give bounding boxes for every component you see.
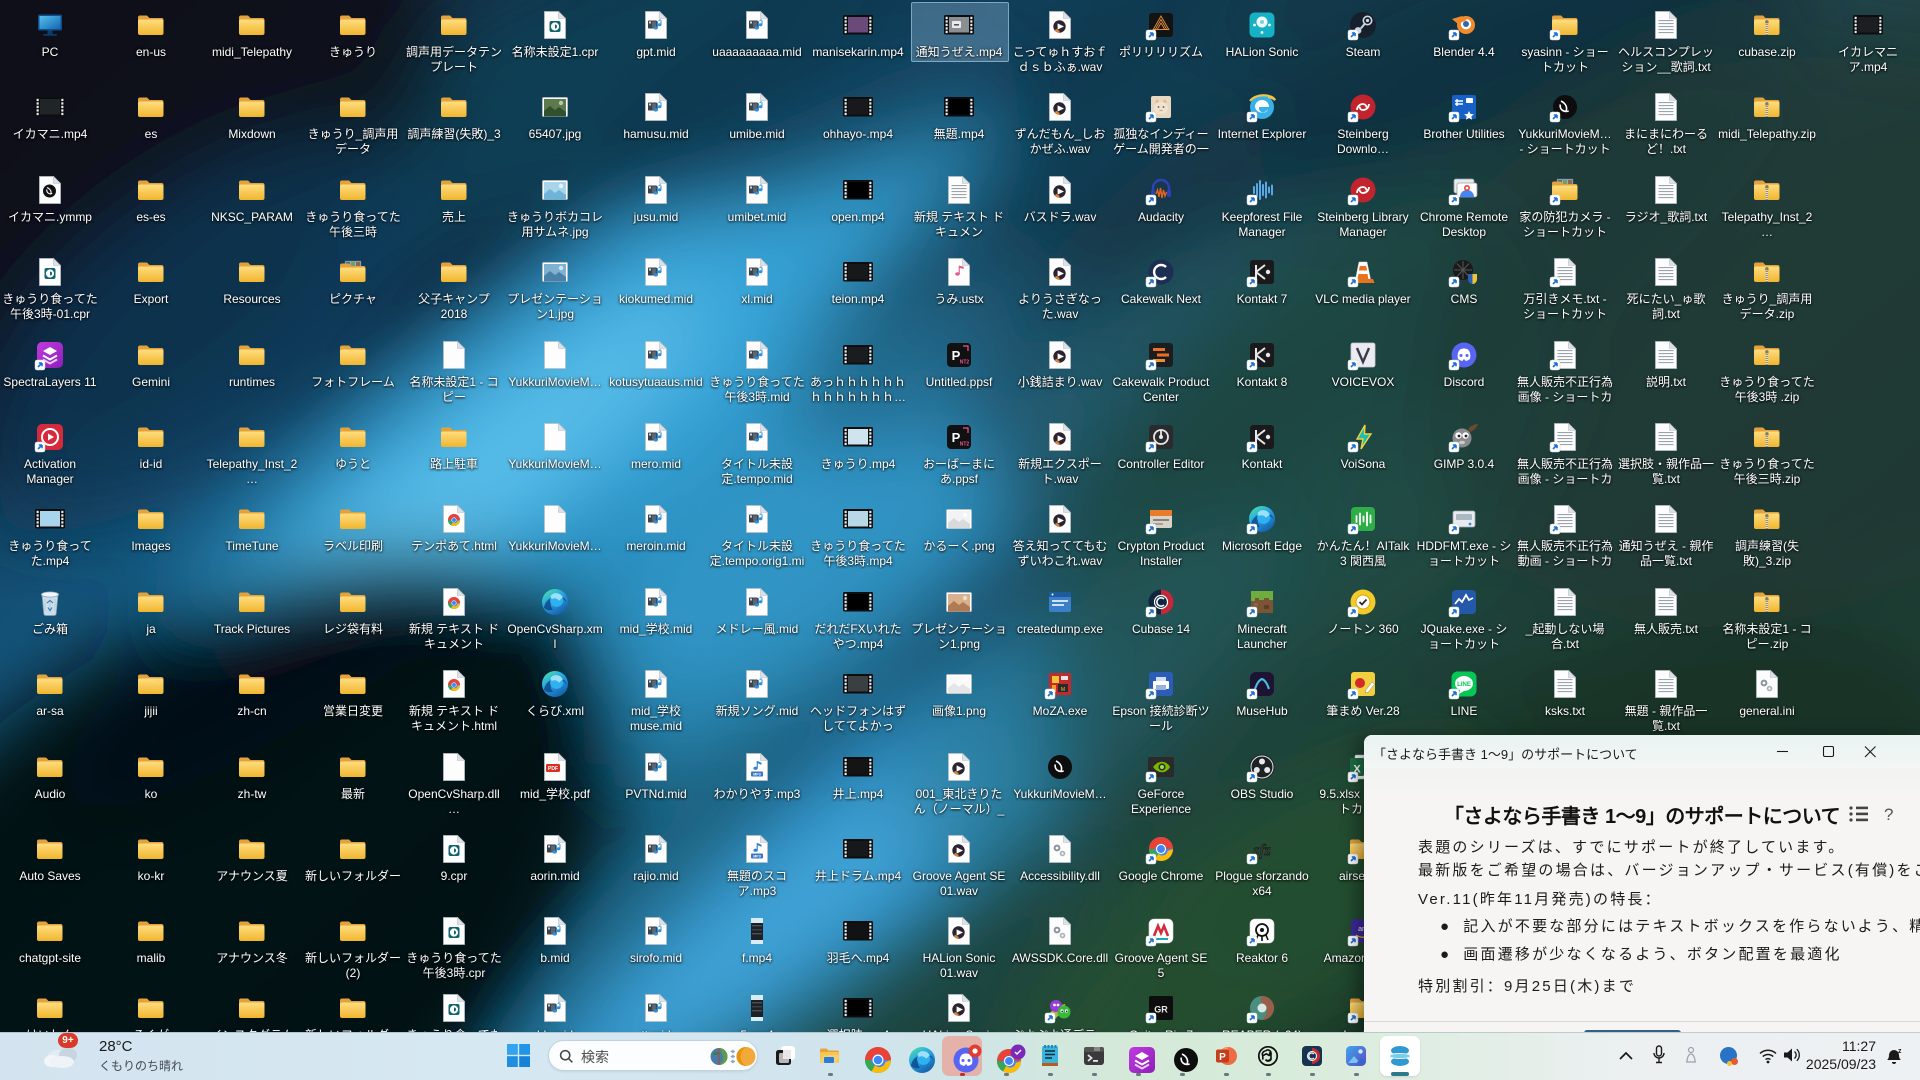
svg-text:z: z <box>1898 1048 1902 1055</box>
svg-text:NT2: NT2 <box>960 360 970 366</box>
svg-text:P: P <box>1219 1052 1226 1063</box>
svg-text:NT2: NT2 <box>960 442 970 448</box>
svg-text:M: M <box>1061 687 1065 693</box>
svg-text:MP3: MP3 <box>753 772 760 776</box>
svg-text:PDF: PDF <box>548 766 558 772</box>
svg-text:MP3: MP3 <box>753 854 760 858</box>
svg-text:GR: GR <box>1154 1005 1168 1015</box>
svg-text:LINE: LINE <box>1457 682 1471 688</box>
